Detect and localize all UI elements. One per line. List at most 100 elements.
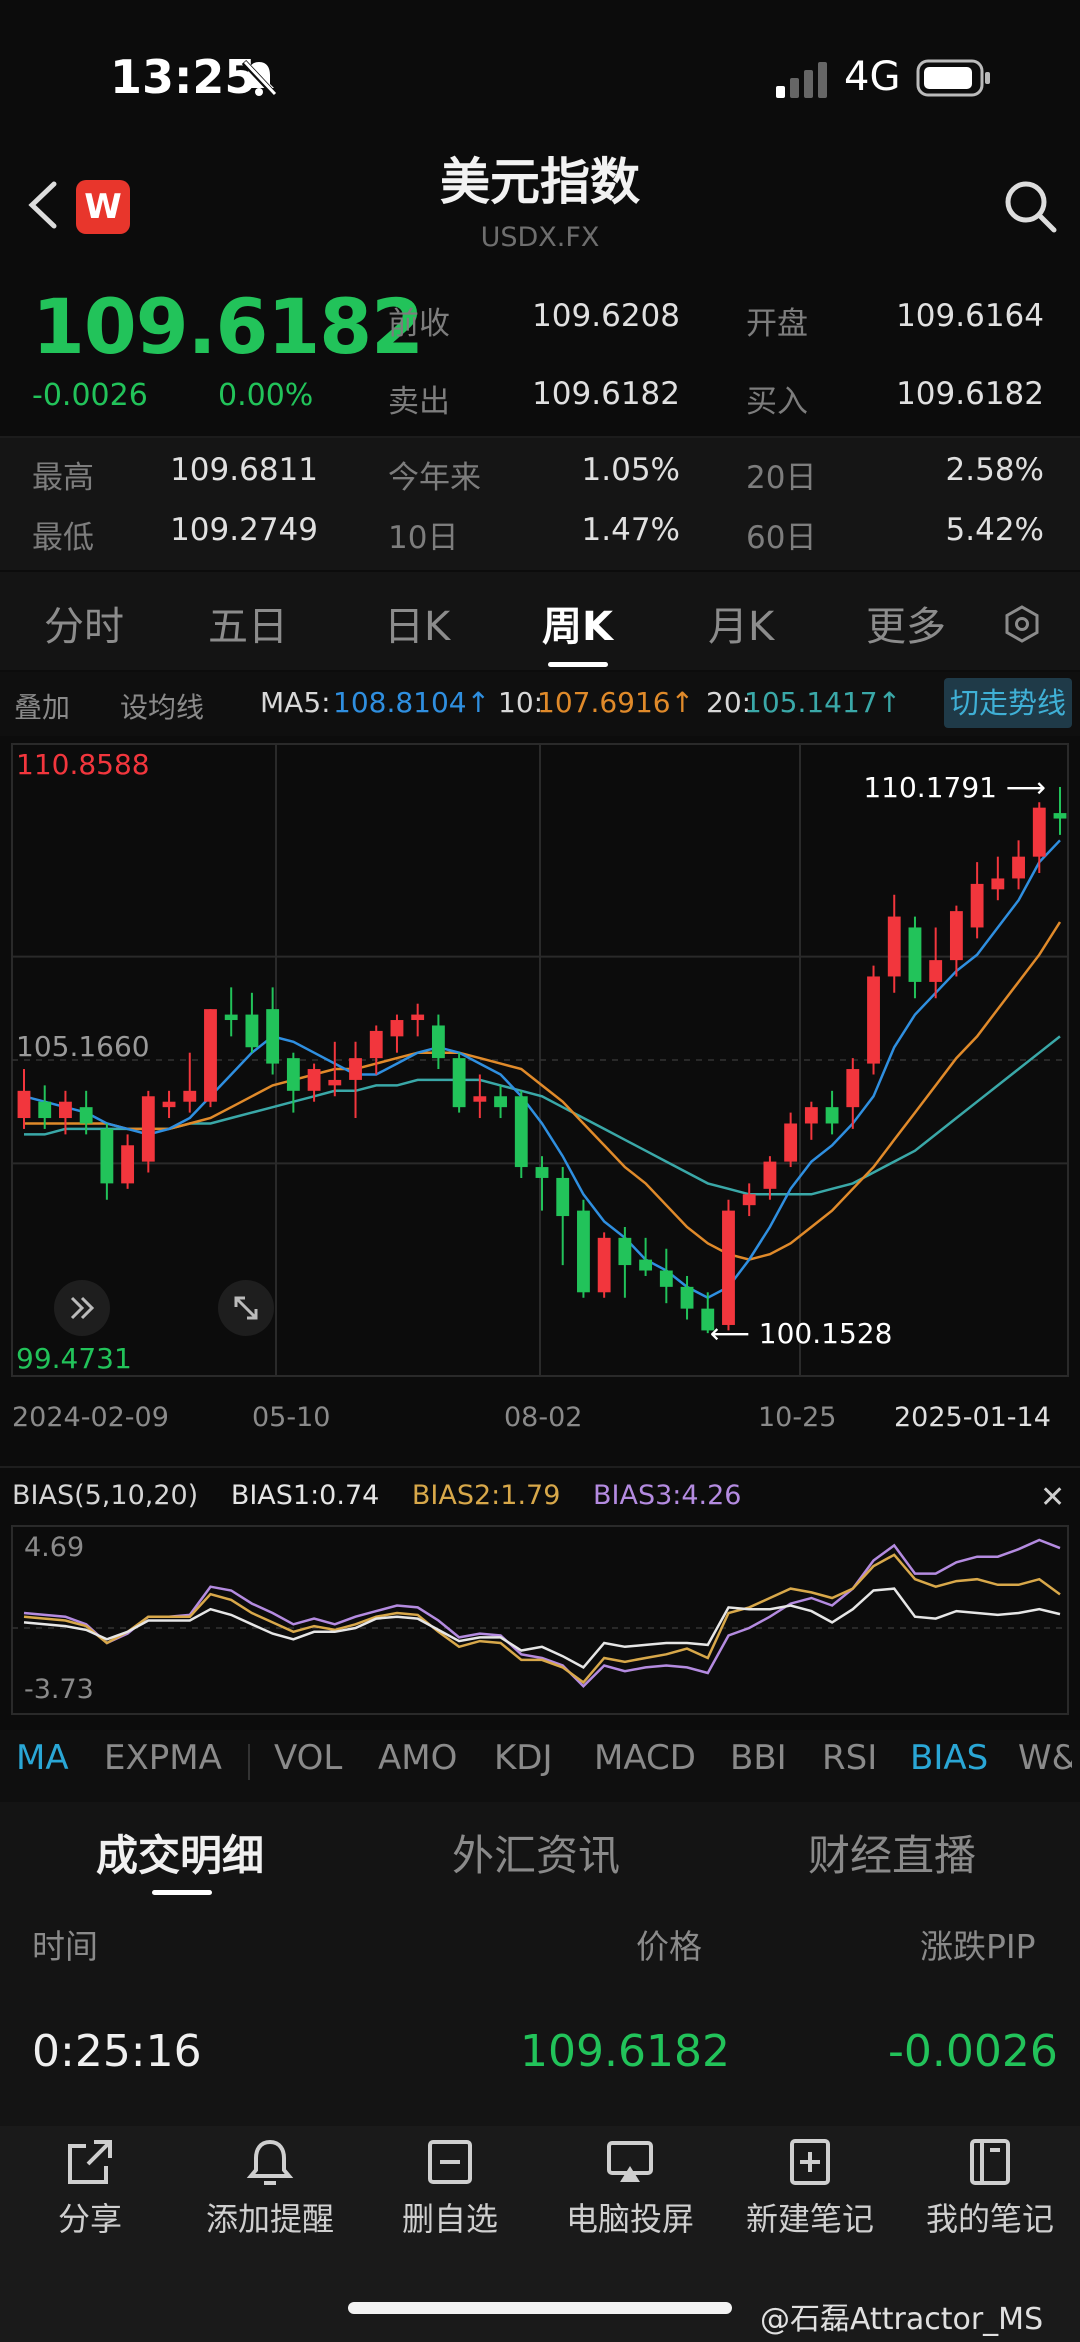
candle-body xyxy=(514,1096,528,1168)
my-notes-button[interactable]: 我的笔记 xyxy=(900,2136,1080,2240)
tab-intraday[interactable]: 分时 xyxy=(44,594,124,652)
my-notes-label: 我的笔记 xyxy=(925,2200,1054,2238)
high-label: 最高 xyxy=(32,460,94,496)
watermark: @石磊Attractor_MS xyxy=(760,2302,1044,2337)
candle-body xyxy=(369,1030,383,1059)
max-marker: 110.1791 ⟶ xyxy=(863,771,1046,804)
new-note-button[interactable]: 新建笔记 xyxy=(720,2136,900,2240)
y-max-label: 110.8588 xyxy=(16,748,150,781)
tab-trade-details[interactable]: 成交明细 xyxy=(96,1822,264,1883)
indicator-expma[interactable]: EXPMA xyxy=(104,1738,222,1778)
expand-left-icon[interactable] xyxy=(52,1278,112,1338)
candle-body xyxy=(100,1128,114,1184)
home-indicator xyxy=(348,2302,732,2314)
x-tick: 08-02 xyxy=(504,1402,583,1433)
divider xyxy=(248,1744,250,1780)
close-icon[interactable]: ✕ xyxy=(1040,1480,1065,1515)
candle-body xyxy=(17,1090,31,1119)
tab-daily-k[interactable]: 日K xyxy=(384,594,450,652)
ask-label: 卖出 xyxy=(388,384,450,420)
tab-monthly-k[interactable]: 月K xyxy=(708,594,774,652)
chart-labels: 110.8588 105.1660 99.4731 110.1791 ⟶ ⟵ 100.1… xyxy=(16,748,1046,1375)
indicator-vol[interactable]: VOL xyxy=(274,1738,342,1778)
column-header-pip: 涨跌PIP xyxy=(920,1927,1036,1966)
x-tick: 2024-02-09 xyxy=(12,1402,169,1433)
candle-body xyxy=(141,1096,155,1162)
tab-weekly-k[interactable]: 周K xyxy=(542,594,613,652)
indicator-wr[interactable]: W& xyxy=(1018,1738,1072,1778)
trade-change: -0.0026 xyxy=(888,2026,1058,2077)
indicator-bbi[interactable]: BBI xyxy=(730,1738,787,1778)
d10-value: 1.47% xyxy=(581,512,680,548)
ma5-line xyxy=(23,839,1061,1300)
indicator-rsi[interactable]: RSI xyxy=(822,1738,877,1778)
indicator-ma[interactable]: MA xyxy=(16,1738,69,1778)
price-change: -0.0026 xyxy=(32,378,148,413)
share-button[interactable]: 分享 xyxy=(0,2136,180,2240)
search-icon[interactable] xyxy=(1002,178,1058,234)
indicator-kdj[interactable]: KDJ xyxy=(494,1738,553,1778)
d60-label: 60日 xyxy=(746,520,817,556)
candle-body xyxy=(970,883,984,928)
ytd-label: 今年来 xyxy=(388,460,481,496)
candle-body xyxy=(556,1177,570,1217)
bell-muted-icon xyxy=(241,59,277,97)
fullscreen-icon[interactable] xyxy=(216,1278,276,1338)
ma-lines xyxy=(23,839,1062,1300)
ytd-value: 1.05% xyxy=(581,452,680,488)
bias-chart[interactable]: 4.69 -3.73 xyxy=(0,1522,1080,1718)
indicator-macd[interactable]: MACD xyxy=(594,1738,696,1778)
indicator-bias[interactable]: BIAS xyxy=(910,1738,988,1778)
candle-body xyxy=(722,1210,735,1325)
remove-watchlist-button[interactable]: 删自选 xyxy=(360,2136,540,2240)
candle-body xyxy=(349,1058,362,1080)
bias-lines xyxy=(23,1538,1061,1688)
x-tick: 05-10 xyxy=(252,1402,331,1433)
bid-value: 109.6182 xyxy=(896,376,1044,412)
status-time: 13:25 xyxy=(110,50,257,104)
set-ma-button[interactable]: 设均线 xyxy=(120,686,204,726)
candle-body xyxy=(307,1069,321,1091)
ma5-label: MA5: xyxy=(260,686,331,719)
tab-five-day[interactable]: 五日 xyxy=(208,594,288,652)
trade-time: 0:25:16 xyxy=(32,2026,202,2077)
candle-body xyxy=(390,1020,404,1037)
screen-cast-button[interactable]: 电脑投屏 xyxy=(540,2136,720,2240)
candle-body xyxy=(121,1145,135,1184)
tab-forex-news[interactable]: 外汇资讯 xyxy=(452,1822,620,1883)
switch-trend-button[interactable]: 切走势线 xyxy=(944,678,1073,728)
x-tick: 2025-01-14 xyxy=(894,1402,1051,1433)
y-mid-label: 105.1660 xyxy=(16,1030,150,1063)
add-alert-button[interactable]: 添加提醒 xyxy=(180,2136,360,2240)
candle-body xyxy=(949,911,963,961)
candle-body xyxy=(245,1014,259,1048)
bias3-value: BIAS3:4.26 xyxy=(593,1480,742,1511)
tab-finance-live[interactable]: 财经直播 xyxy=(808,1822,976,1883)
overlay-button[interactable]: 叠加 xyxy=(14,686,70,726)
tab-more[interactable]: 更多 xyxy=(866,594,946,652)
candle-body xyxy=(286,1058,300,1091)
candle-body xyxy=(742,1194,756,1206)
page-title: 美元指数 xyxy=(440,153,640,211)
candle-body xyxy=(867,976,880,1064)
candle-body xyxy=(59,1101,72,1119)
bias-bottom-label: -3.73 xyxy=(24,1674,94,1705)
candle-body xyxy=(577,1210,590,1293)
prev-close-value: 109.6208 xyxy=(532,298,680,334)
candle-body xyxy=(784,1123,798,1162)
candle-body xyxy=(535,1167,549,1178)
d20-label: 20日 xyxy=(746,460,817,496)
bid-label: 买入 xyxy=(746,384,808,420)
candle-body xyxy=(204,1009,217,1102)
candle-body xyxy=(846,1069,860,1108)
ma20-value: 105.1417↑ xyxy=(744,686,902,719)
settings-icon[interactable] xyxy=(1002,604,1042,644)
screen-cast-icon xyxy=(607,2141,653,2182)
screen-cast-label: 电脑投屏 xyxy=(565,2200,694,2238)
price-change-pct: 0.00% xyxy=(218,378,314,413)
indicator-amo[interactable]: AMO xyxy=(378,1738,457,1778)
candle-body xyxy=(618,1237,632,1266)
candle-body xyxy=(659,1270,673,1287)
open-label: 开盘 xyxy=(746,306,808,342)
weekly-k-chart[interactable]: 110.8588 105.1660 99.4731 110.1791 ⟶ ⟵ 100.1… xyxy=(0,738,1080,1378)
